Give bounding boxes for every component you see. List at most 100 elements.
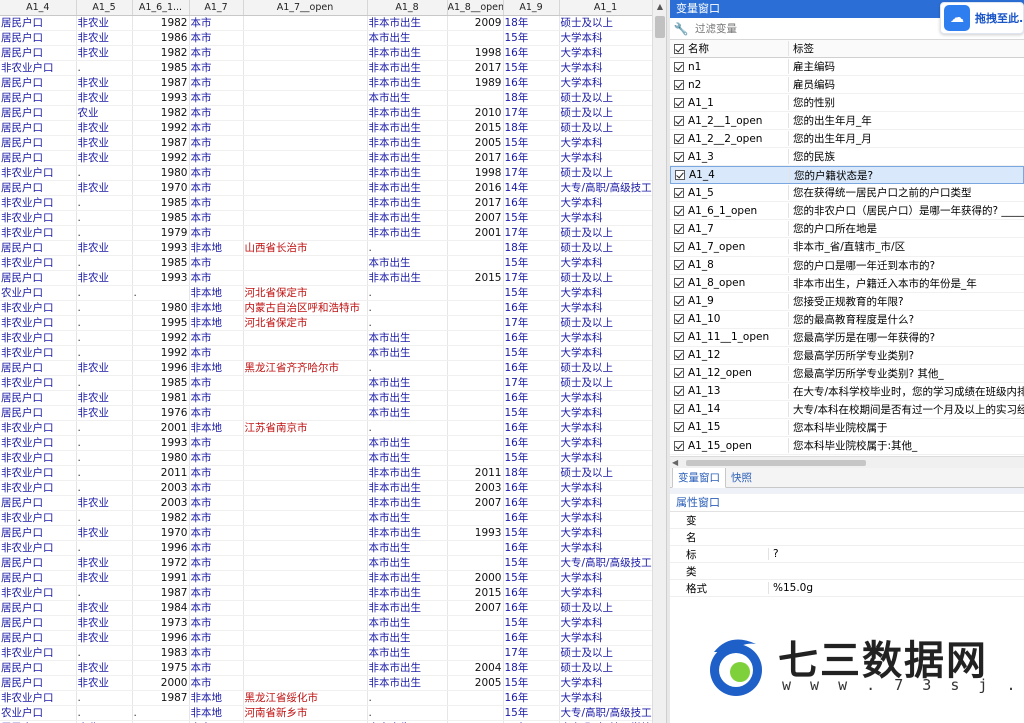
- table-row[interactable]: 居民户口 非农业 1992 本市 非本市出生 2017 16年 大学本科: [0, 150, 653, 166]
- table-cell[interactable]: 本市: [189, 180, 244, 196]
- table-cell[interactable]: 非农业户口: [0, 195, 77, 211]
- table-cell[interactable]: 2007: [447, 600, 504, 616]
- table-cell[interactable]: 本市: [189, 465, 244, 481]
- variable-checkbox[interactable]: [674, 386, 684, 397]
- table-cell[interactable]: 2011: [447, 465, 504, 481]
- table-cell[interactable]: 非农业户口: [0, 255, 77, 271]
- table-cell[interactable]: [447, 645, 504, 661]
- property-row[interactable]: 格式 %15.0g: [670, 580, 1024, 597]
- table-row[interactable]: 非农业户口. 1980 本市 本市出生 15年 大学本科: [0, 450, 653, 466]
- table-cell[interactable]: 居民户口: [0, 390, 77, 406]
- table-cell[interactable]: 17年: [503, 645, 560, 661]
- table-cell[interactable]: 14年: [503, 180, 560, 196]
- table-cell[interactable]: .: [76, 300, 133, 316]
- table-cell[interactable]: [447, 375, 504, 391]
- table-cell[interactable]: [243, 135, 368, 151]
- table-cell[interactable]: 居民户口: [0, 30, 77, 46]
- table-cell[interactable]: 居民户口: [0, 405, 77, 421]
- table-row[interactable]: 非农业户口. 1985 本市 本市出生 17年 硕士及以上: [0, 375, 653, 391]
- table-row[interactable]: 居民户口 非农业 1987 本市 非本市出生 1989 16年 大学本科: [0, 75, 653, 91]
- table-cell[interactable]: .: [367, 360, 448, 376]
- table-cell[interactable]: 16年: [503, 435, 560, 451]
- table-cell[interactable]: 15年: [503, 675, 560, 691]
- table-row[interactable]: 居民户口 非农业 1987 本市 非本市出生 2005 15年 大学本科: [0, 135, 653, 151]
- table-row[interactable]: 非农业户口. 1992 本市 本市出生 15年 大学本科: [0, 345, 653, 361]
- table-cell[interactable]: 本市出生: [367, 30, 448, 46]
- table-cell[interactable]: 大学本科: [559, 405, 653, 421]
- table-cell[interactable]: [243, 225, 368, 241]
- column-header[interactable]: A1_9: [503, 0, 560, 16]
- table-row[interactable]: 居民户口 非农业 2000 本市 非本市出生 2005 15年 大学本科: [0, 675, 653, 691]
- table-cell[interactable]: 16年: [503, 510, 560, 526]
- table-cell[interactable]: 本市: [189, 210, 244, 226]
- variable-checkbox[interactable]: [674, 241, 684, 252]
- table-cell[interactable]: 本市出生: [367, 540, 448, 556]
- table-cell[interactable]: 大学本科: [559, 540, 653, 556]
- table-cell[interactable]: [447, 90, 504, 106]
- variable-checkbox[interactable]: [674, 133, 684, 144]
- table-cell[interactable]: 非农业户口: [0, 300, 77, 316]
- variable-row[interactable]: A1_5 您在获得统一居民户口之前的户口类型: [670, 184, 1024, 203]
- table-cell[interactable]: 非农业: [76, 270, 133, 286]
- variable-checkbox[interactable]: [674, 278, 684, 289]
- property-value[interactable]: ?: [768, 548, 1024, 560]
- table-cell[interactable]: 本市: [189, 660, 244, 676]
- table-row[interactable]: 居民户口 非农业 1993 本市 本市出生 18年 硕士及以上: [0, 90, 653, 106]
- table-cell[interactable]: 大学本科: [559, 570, 653, 586]
- table-cell[interactable]: 1991: [132, 570, 190, 586]
- table-cell[interactable]: 非本市出生: [367, 570, 448, 586]
- table-cell[interactable]: .: [367, 690, 448, 706]
- table-cell[interactable]: 1980: [132, 165, 190, 181]
- table-cell[interactable]: 1996: [132, 630, 190, 646]
- table-cell[interactable]: 非农业: [76, 525, 133, 541]
- table-cell[interactable]: 16年: [503, 540, 560, 556]
- table-cell[interactable]: 居民户口: [0, 495, 77, 511]
- table-cell[interactable]: [447, 450, 504, 466]
- table-cell[interactable]: 本市: [189, 195, 244, 211]
- table-cell[interactable]: 居民户口: [0, 120, 77, 136]
- table-cell[interactable]: [243, 555, 368, 571]
- variable-checkbox[interactable]: [675, 170, 685, 181]
- table-cell[interactable]: 居民户口: [0, 75, 77, 91]
- table-cell[interactable]: 本市出生: [367, 450, 448, 466]
- table-cell[interactable]: [447, 555, 504, 571]
- table-cell[interactable]: 2017: [447, 60, 504, 76]
- table-cell[interactable]: [243, 525, 368, 541]
- variable-row[interactable]: n1 雇主编码: [670, 58, 1024, 77]
- table-cell[interactable]: 非农业: [76, 495, 133, 511]
- table-cell[interactable]: .: [367, 300, 448, 316]
- table-cell[interactable]: 非本地: [189, 690, 244, 706]
- table-cell[interactable]: [447, 435, 504, 451]
- table-cell[interactable]: 非本地: [189, 240, 244, 256]
- table-cell[interactable]: 居民户口: [0, 525, 77, 541]
- table-cell[interactable]: [243, 60, 368, 76]
- table-cell[interactable]: 非本市出生: [367, 135, 448, 151]
- table-cell[interactable]: [447, 300, 504, 316]
- table-cell[interactable]: 非本市出生: [367, 165, 448, 181]
- table-cell[interactable]: 本市出生: [367, 510, 448, 526]
- table-cell[interactable]: 本市: [189, 450, 244, 466]
- table-cell[interactable]: 硕士及以上: [559, 645, 653, 661]
- table-cell[interactable]: 大学本科: [559, 300, 653, 316]
- table-cell[interactable]: 非本市出生: [367, 465, 448, 481]
- table-cell[interactable]: 大学本科: [559, 480, 653, 496]
- variable-checkbox[interactable]: [674, 97, 684, 108]
- table-cell[interactable]: 17年: [503, 105, 560, 121]
- column-header[interactable]: A1_7__open: [243, 0, 368, 16]
- table-cell[interactable]: 大学本科: [559, 675, 653, 691]
- table-cell[interactable]: 本市: [189, 480, 244, 496]
- variable-row[interactable]: A1_9 您接受正规教育的年限?: [670, 293, 1024, 311]
- table-cell[interactable]: 非本市出生: [367, 600, 448, 616]
- table-cell[interactable]: 硕士及以上: [559, 375, 653, 391]
- table-cell[interactable]: 河北省保定市: [243, 285, 368, 301]
- variable-checkbox[interactable]: [674, 314, 684, 325]
- table-cell[interactable]: 本市出生: [367, 615, 448, 631]
- table-cell[interactable]: 2015: [447, 120, 504, 136]
- table-cell[interactable]: 15年: [503, 450, 560, 466]
- table-cell[interactable]: 18年: [503, 120, 560, 136]
- table-row[interactable]: 居民户口 非农业 1972 本市 本市出生 15年 大专/高职/高级技工: [0, 555, 653, 571]
- table-cell[interactable]: 本市出生: [367, 555, 448, 571]
- variable-checkbox[interactable]: [674, 422, 684, 433]
- table-cell[interactable]: 居民户口: [0, 660, 77, 676]
- table-cell[interactable]: 居民户口: [0, 360, 77, 376]
